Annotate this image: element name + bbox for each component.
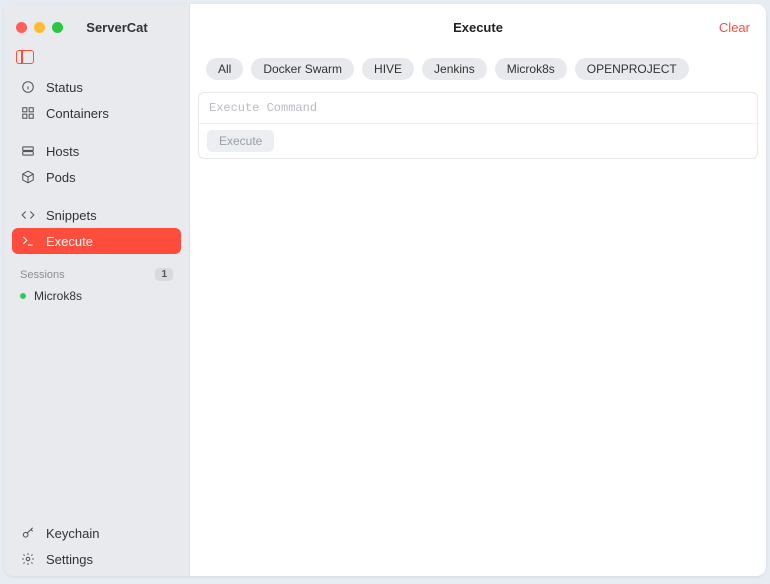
chip-all[interactable]: All (206, 58, 243, 80)
chip-hive[interactable]: HIVE (362, 58, 414, 80)
sessions-count-badge: 1 (155, 268, 173, 281)
main-header: Execute Clear (190, 4, 766, 50)
sessions-label: Sessions (20, 269, 65, 281)
host-filter-chips: All Docker Swarm HIVE Jenkins Microk8s O… (190, 50, 766, 92)
command-input[interactable] (199, 93, 757, 123)
sidebar: ServerCat Status Containers (4, 4, 190, 576)
session-label: Microk8s (34, 289, 82, 303)
info-icon (20, 79, 36, 95)
sidebar-item-containers[interactable]: Containers (12, 100, 181, 126)
sidebar-item-keychain[interactable]: Keychain (12, 520, 181, 546)
code-icon (20, 207, 36, 223)
nav-label: Status (46, 80, 83, 95)
app-window: ServerCat Status Containers (4, 4, 766, 576)
sidebar-item-snippets[interactable]: Snippets (12, 202, 181, 228)
page-title: Execute (453, 20, 503, 35)
execute-button[interactable]: Execute (207, 130, 274, 152)
main-panel: Execute Clear All Docker Swarm HIVE Jenk… (190, 4, 766, 576)
status-dot-icon (20, 293, 26, 299)
zoom-window-button[interactable] (52, 22, 63, 33)
command-box: Execute (198, 92, 758, 159)
session-item-microk8s[interactable]: Microk8s (4, 285, 189, 307)
cube-icon (20, 169, 36, 185)
nav-label: Snippets (46, 208, 97, 223)
nav-label: Settings (46, 552, 93, 567)
server-icon (20, 143, 36, 159)
nav-label: Execute (46, 234, 93, 249)
nav-label: Pods (46, 170, 76, 185)
sidebar-item-status[interactable]: Status (12, 74, 181, 100)
command-footer: Execute (199, 123, 757, 158)
nav-list: Status Containers Hosts Pods (4, 70, 189, 258)
sessions-header: Sessions 1 (4, 258, 189, 285)
gear-icon (20, 551, 36, 567)
nav-label: Containers (46, 106, 109, 121)
nav-label: Hosts (46, 144, 79, 159)
traffic-lights (16, 22, 63, 33)
key-icon (20, 525, 36, 541)
chip-docker-swarm[interactable]: Docker Swarm (251, 58, 354, 80)
sidebar-footer: Keychain Settings (4, 516, 189, 576)
app-title: ServerCat (86, 20, 147, 35)
sidebar-item-execute[interactable]: Execute (12, 228, 181, 254)
chip-microk8s[interactable]: Microk8s (495, 58, 567, 80)
terminal-icon (20, 233, 36, 249)
sidebar-item-pods[interactable]: Pods (12, 164, 181, 190)
chip-jenkins[interactable]: Jenkins (422, 58, 487, 80)
nav-label: Keychain (46, 526, 99, 541)
sidebar-toggle-icon[interactable] (16, 50, 34, 64)
clear-button[interactable]: Clear (719, 20, 750, 35)
minimize-window-button[interactable] (34, 22, 45, 33)
sidebar-item-hosts[interactable]: Hosts (12, 138, 181, 164)
chip-openproject[interactable]: OPENPROJECT (575, 58, 689, 80)
sidebar-item-settings[interactable]: Settings (12, 546, 181, 572)
titlebar: ServerCat (4, 4, 189, 50)
grid-icon (20, 105, 36, 121)
close-window-button[interactable] (16, 22, 27, 33)
